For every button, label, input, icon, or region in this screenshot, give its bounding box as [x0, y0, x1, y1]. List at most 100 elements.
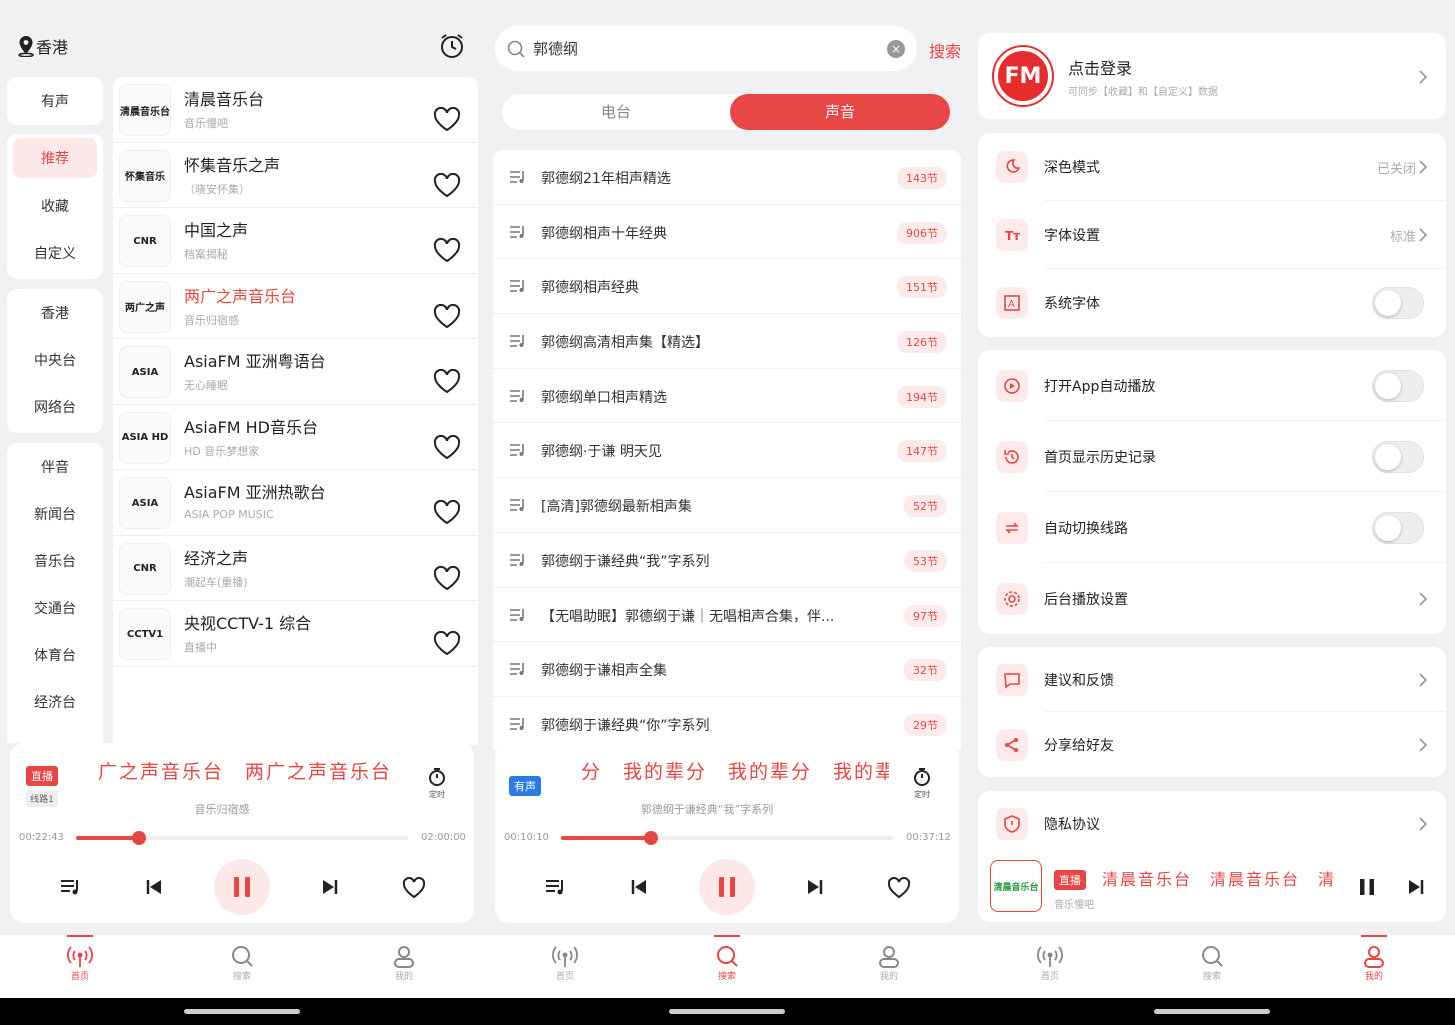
result-row[interactable]: [高清]郭德纲最新相声集 52节: [493, 478, 961, 533]
segment-audio-active[interactable]: 声音: [730, 94, 950, 130]
heart-icon[interactable]: [433, 238, 461, 264]
timer-button[interactable]: 定时: [907, 767, 937, 800]
setting-row[interactable]: 首页显示历史记录: [978, 421, 1446, 492]
setting-row[interactable]: 建议和反馈: [978, 647, 1446, 712]
heart-icon[interactable]: [433, 303, 461, 330]
toggle-switch[interactable]: [1372, 287, 1424, 319]
category-item[interactable]: 经济台: [7, 678, 103, 725]
home-indicator[interactable]: [669, 1009, 785, 1014]
setting-row[interactable]: 自动切换线路: [978, 492, 1446, 563]
player-card[interactable]: 有声 分 我的辈分 我的辈分 我的辈 郭德纲于谦经典“我”字系列 定时 00:1…: [495, 743, 959, 923]
result-row[interactable]: 郭德纲相声经典 151节: [493, 259, 961, 315]
mini-player[interactable]: 清晨音乐台 直播 清晨音乐台 清晨音乐台 清晨 音乐慢吧: [978, 850, 1446, 922]
result-row[interactable]: 郭德纲高清相声集【精选】 126节: [493, 314, 961, 369]
player-card[interactable]: 直播 线路1 广之声音乐台 两广之声音乐台 音乐归宿感 定时 00:22:43 …: [10, 743, 474, 923]
result-row[interactable]: 郭德纲·于谦 明天见 147节: [493, 423, 961, 479]
result-row[interactable]: 郭德纲单口相声精选 194节: [493, 369, 961, 424]
category-item[interactable]: 有声: [7, 77, 103, 124]
heart-icon[interactable]: [433, 434, 461, 461]
progress-track[interactable]: [76, 831, 408, 845]
progress-knob[interactable]: [643, 831, 658, 845]
search-box[interactable]: ×: [495, 26, 917, 71]
search-input[interactable]: [533, 39, 873, 58]
setting-row[interactable]: 隐私协议: [978, 791, 1446, 857]
pause-button[interactable]: [214, 859, 270, 915]
category-item[interactable]: 自定义: [7, 229, 103, 276]
alarm-clock-icon[interactable]: [438, 32, 466, 60]
next-icon[interactable]: [322, 879, 338, 895]
tab-home[interactable]: 首页: [50, 935, 110, 998]
result-row[interactable]: 【无唱助眠】郭德纲于谦｜无唱相声合集，伴... 97节: [493, 588, 961, 643]
tab-mine[interactable]: 我的: [374, 935, 434, 998]
tab-home[interactable]: 首页: [1020, 935, 1080, 998]
result-row[interactable]: 郭德纲21年相声精选 143节: [493, 150, 961, 205]
segment-radio[interactable]: 电台: [506, 94, 726, 130]
category-item[interactable]: 音乐台: [7, 537, 103, 584]
category-item-active[interactable]: 推荐: [13, 138, 97, 178]
toggle-switch[interactable]: [1372, 440, 1424, 473]
setting-row[interactable]: 后台播放设置: [978, 563, 1446, 634]
favorite-heart-icon[interactable]: [402, 877, 426, 899]
setting-row[interactable]: 深色模式 已关闭: [978, 133, 1446, 201]
category-item[interactable]: 香港: [7, 289, 103, 336]
next-icon[interactable]: [1408, 879, 1424, 895]
station-row[interactable]: 两广之声 两广之声音乐台 音乐归宿感: [113, 274, 478, 339]
tab-search[interactable]: 搜索: [697, 935, 757, 998]
clear-icon[interactable]: ×: [887, 40, 905, 58]
broadcast-icon: [67, 946, 93, 967]
heart-icon[interactable]: [433, 172, 461, 199]
home-indicator[interactable]: [184, 1009, 300, 1014]
setting-row[interactable]: A 系统字体: [978, 269, 1446, 337]
station-row[interactable]: ASIA AsiaFM 亚洲热歌台 ASIA POP MUSIC: [113, 470, 478, 536]
timer-button[interactable]: 定时: [422, 767, 452, 800]
toggle-switch[interactable]: [1372, 369, 1424, 402]
favorite-heart-icon[interactable]: [887, 877, 911, 899]
playlist-icon[interactable]: [60, 878, 82, 896]
search-button[interactable]: 搜索: [929, 38, 961, 62]
previous-icon[interactable]: [146, 879, 162, 895]
station-subtitle: 音乐慢吧: [184, 117, 228, 130]
login-card[interactable]: FM 点击登录 可同步【收藏】和【自定义】数据: [978, 33, 1446, 119]
station-row[interactable]: ASIA AsiaFM 亚洲粤语台 无心睡眠: [113, 339, 478, 405]
setting-row[interactable]: 打开App自动播放: [978, 350, 1446, 421]
category-item[interactable]: 交通台: [7, 584, 103, 631]
previous-icon[interactable]: [631, 879, 647, 895]
category-item[interactable]: 网络台: [7, 383, 103, 430]
station-row[interactable]: 怀集音乐 怀集音乐之声 （晓安怀集）: [113, 143, 478, 208]
progress-track[interactable]: [561, 831, 893, 845]
home-indicator[interactable]: [1154, 1009, 1270, 1014]
station-row[interactable]: CNR 经济之声 潮起车(重播): [113, 536, 478, 601]
tab-search[interactable]: 搜索: [212, 935, 272, 998]
pause-button[interactable]: [699, 859, 755, 915]
station-row[interactable]: CNR 中国之声 档案揭秘: [113, 208, 478, 274]
station-row[interactable]: CCTV1 央视CCTV-1 综合 直播中: [113, 601, 478, 667]
pause-icon[interactable]: [1358, 878, 1376, 896]
tab-mine[interactable]: 我的: [1344, 935, 1404, 998]
heart-icon[interactable]: [433, 107, 461, 133]
tab-mine[interactable]: 我的: [859, 935, 919, 998]
result-row[interactable]: 郭德纲于谦经典“我”字系列 53节: [493, 533, 961, 588]
category-item[interactable]: 收藏: [7, 182, 103, 229]
heart-icon[interactable]: [433, 565, 461, 592]
category-item[interactable]: 体育台: [7, 631, 103, 678]
location[interactable]: 香港: [16, 34, 68, 58]
setting-row[interactable]: Tт 字体设置 标准: [978, 201, 1446, 269]
playlist-icon[interactable]: [545, 878, 567, 896]
heart-icon[interactable]: [433, 500, 461, 526]
category-item[interactable]: 新闻台: [7, 490, 103, 537]
station-row[interactable]: ASIA HD AsiaFM HD音乐台 HD 音乐梦想家: [113, 405, 478, 470]
episode-count-badge: 32节: [904, 659, 947, 682]
category-item[interactable]: 中央台: [7, 336, 103, 383]
progress-knob[interactable]: [132, 831, 147, 845]
toggle-switch[interactable]: [1372, 511, 1424, 544]
category-item[interactable]: 伴音: [7, 443, 103, 490]
tab-home[interactable]: 首页: [535, 935, 595, 998]
result-row[interactable]: 郭德纲于谦相声全集 32节: [493, 642, 961, 697]
heart-icon[interactable]: [433, 631, 461, 657]
setting-row[interactable]: 分享给好友: [978, 712, 1446, 777]
next-icon[interactable]: [807, 879, 823, 895]
heart-icon[interactable]: [433, 369, 461, 395]
tab-search[interactable]: 搜索: [1182, 935, 1242, 998]
result-row[interactable]: 郭德纲相声十年经典 906节: [493, 205, 961, 260]
station-row[interactable]: 清晨音乐台 清晨音乐台 音乐慢吧: [113, 77, 478, 143]
